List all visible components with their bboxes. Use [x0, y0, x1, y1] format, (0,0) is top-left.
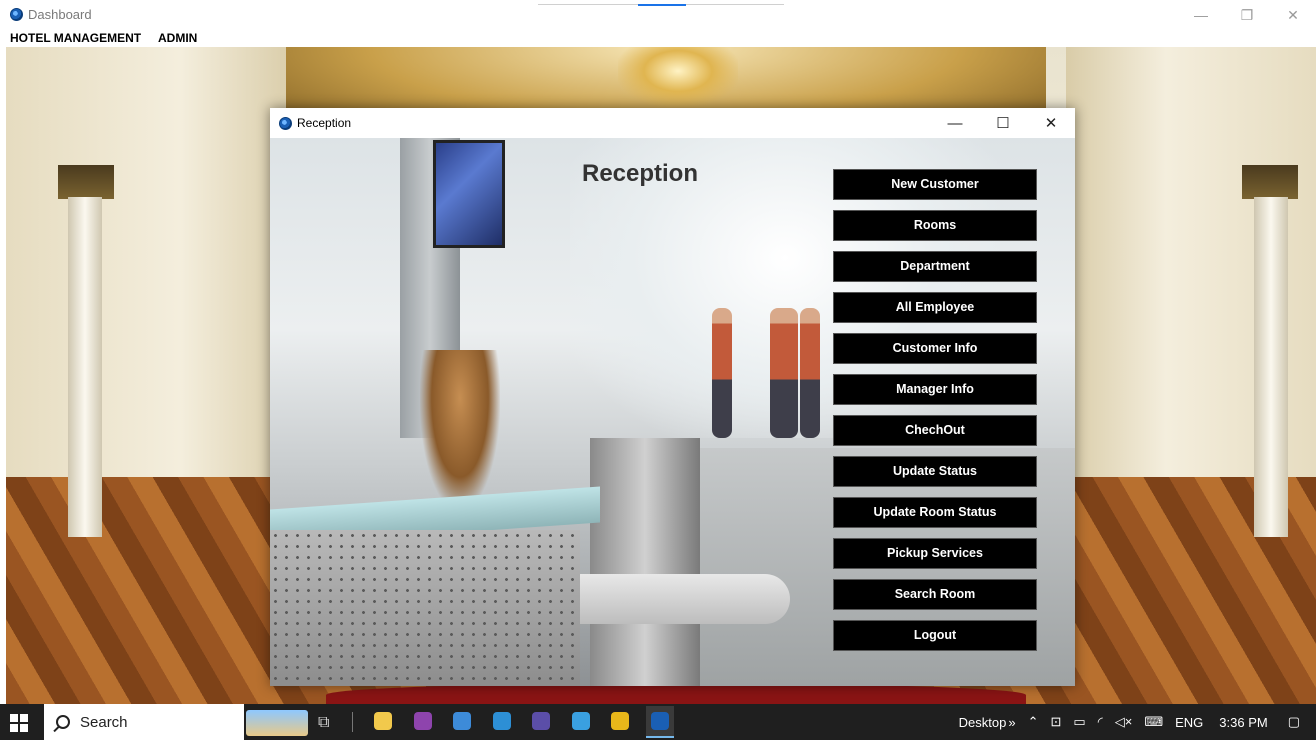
reception-title: Reception	[279, 116, 351, 130]
tab-indicator	[538, 4, 784, 6]
desktop-toolbar[interactable]: Desktop	[959, 715, 1007, 730]
clock-time[interactable]: 3:36 PM	[1219, 715, 1267, 730]
volume-icon[interactable]: ◁×	[1115, 714, 1133, 730]
reception-minimize-button[interactable]: —	[931, 108, 979, 138]
app-icon[interactable]	[453, 712, 471, 730]
vscode-icon[interactable]	[492, 712, 511, 730]
notifications-icon[interactable]: ▢	[1288, 714, 1300, 730]
checkout-button[interactable]: ChechOut	[833, 415, 1037, 446]
task-view-icon[interactable]: ⧉	[318, 714, 329, 732]
file-explorer-icon[interactable]	[374, 712, 392, 730]
toolbar-chevron[interactable]: »	[1008, 715, 1015, 730]
manager-info-button[interactable]: Manager Info	[833, 374, 1037, 405]
dashboard-titlebar[interactable]: Dashboard — ❐ ✕	[0, 0, 1316, 30]
taskbar-search-label: Search	[80, 713, 128, 731]
java-app-icon	[10, 8, 23, 21]
reception-window-controls: — ☐ ✕	[931, 108, 1075, 138]
dashboard-minimize-button[interactable]: —	[1178, 0, 1224, 30]
chrome-icon[interactable]	[611, 712, 629, 730]
lobby-left-wall	[6, 47, 296, 487]
dashboard-menubar: HOTEL MANAGEMENT ADMIN	[0, 30, 1316, 47]
page-title: Reception	[581, 160, 698, 187]
taskbar: Search ⧉ Desktop » ⌃ ⊡ ▭ ◜ ◁× ⌨ ENG 3:36…	[0, 704, 1316, 740]
reception-maximize-button[interactable]: ☐	[979, 108, 1027, 138]
windows-start-icon[interactable]	[10, 714, 28, 732]
person-walking	[770, 308, 798, 438]
tv-screen	[433, 140, 505, 248]
new-customer-button[interactable]: New Customer	[833, 169, 1037, 200]
java-app-icon	[279, 116, 292, 130]
taskbar-search-box[interactable]: Search	[44, 704, 244, 740]
person-walking	[800, 308, 820, 438]
rooms-button[interactable]: Rooms	[833, 210, 1037, 241]
receptionist	[420, 350, 500, 510]
search-room-button[interactable]: Search Room	[833, 579, 1037, 610]
language-indicator[interactable]: ENG	[1175, 715, 1203, 730]
visual-studio-icon[interactable]	[532, 712, 550, 730]
column	[1254, 197, 1288, 537]
reception-titlebar[interactable]: Reception — ☐ ✕	[270, 108, 1075, 138]
desk-shelf	[580, 574, 790, 624]
dashboard-maximize-button[interactable]: ❐	[1224, 0, 1270, 30]
dashboard-title-text: Dashboard	[28, 7, 92, 22]
logout-button[interactable]: Logout	[833, 620, 1037, 651]
github-desktop-icon[interactable]	[413, 712, 432, 730]
update-room-status-button[interactable]: Update Room Status	[833, 497, 1037, 528]
menu-hotel-management[interactable]: HOTEL MANAGEMENT	[10, 31, 141, 45]
all-employee-button[interactable]: All Employee	[833, 292, 1037, 323]
system-tray: Desktop » ⌃ ⊡ ▭ ◜ ◁× ⌨ ENG 3:36 PM ▢	[953, 704, 1316, 740]
app-2-icon[interactable]	[571, 712, 590, 730]
reception-close-button[interactable]: ✕	[1027, 108, 1075, 138]
pickup-services-button[interactable]: Pickup Services	[833, 538, 1037, 569]
reception-desk	[270, 530, 580, 686]
reception-background-image: Reception New Customer Rooms Department …	[270, 138, 1075, 686]
dashboard-title: Dashboard	[10, 7, 92, 22]
department-button[interactable]: Department	[833, 251, 1037, 282]
taskbar-divider	[352, 712, 353, 732]
reception-menu: New Customer Rooms Department All Employ…	[833, 169, 1037, 661]
person-walking	[712, 308, 732, 438]
reception-window: Reception — ☐ ✕ Reception New Customer R…	[270, 108, 1075, 686]
chandelier	[618, 47, 738, 107]
battery-icon[interactable]: ▭	[1073, 714, 1085, 730]
update-status-button[interactable]: Update Status	[833, 456, 1037, 487]
dashboard-close-button[interactable]: ✕	[1270, 0, 1316, 30]
column	[68, 197, 102, 537]
java-app-icon[interactable]	[650, 712, 669, 730]
meet-now-icon[interactable]: ⊡	[1051, 714, 1062, 730]
dashboard-window-controls: — ❐ ✕	[1178, 0, 1316, 30]
customer-info-button[interactable]: Customer Info	[833, 333, 1037, 364]
search-icon	[56, 715, 70, 729]
show-hidden-icons-icon[interactable]: ⌃	[1028, 714, 1039, 730]
reception-title-text: Reception	[297, 116, 352, 130]
column-capital	[58, 165, 114, 199]
reception-desk-panel	[590, 438, 700, 686]
wifi-icon[interactable]: ◜	[1098, 714, 1103, 730]
news-widget-icon[interactable]	[246, 710, 308, 736]
column-capital	[1242, 165, 1298, 199]
menu-admin[interactable]: ADMIN	[158, 31, 197, 45]
keyboard-icon[interactable]: ⌨	[1144, 714, 1163, 730]
red-carpet	[326, 683, 1026, 704]
